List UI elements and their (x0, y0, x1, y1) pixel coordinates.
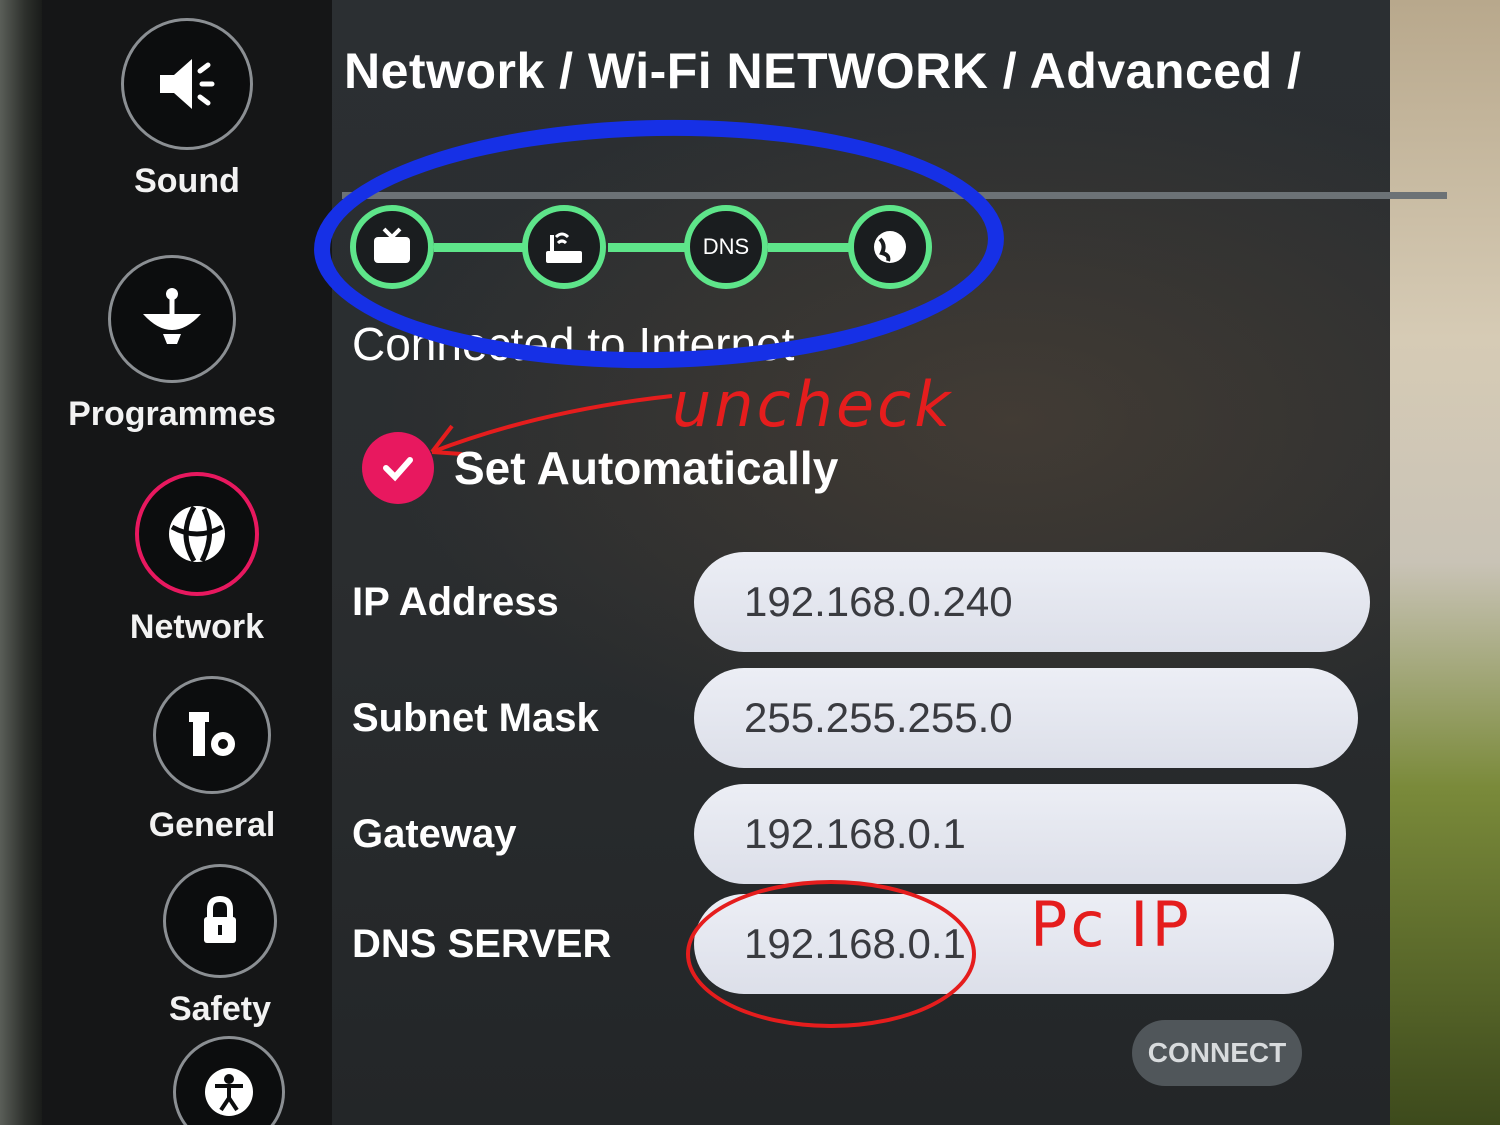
dns-server-field[interactable] (694, 894, 1334, 994)
sidebar-item-safety[interactable]: Safety (90, 864, 350, 1029)
breadcrumb: Network / Wi-Fi NETWORK / Advanced / (344, 43, 1302, 99)
connect-button[interactable]: CONNECT (1132, 1020, 1302, 1086)
status-link (434, 243, 524, 252)
router-icon (522, 205, 606, 289)
tv-icon (350, 205, 434, 289)
ip-address-row: IP Address (352, 552, 1372, 652)
network-settings-panel: Network / Wi-Fi NETWORK / Advanced / DNS… (311, 0, 1500, 1125)
gateway-label: Gateway (352, 812, 517, 856)
satellite-dish-icon (108, 255, 236, 383)
sidebar-item-accessibility[interactable] (99, 1036, 359, 1125)
dns-node: DNS (684, 205, 768, 289)
gateway-field[interactable] (694, 784, 1346, 884)
set-automatically-label: Set Automatically (454, 442, 839, 494)
sidebar-item-label: Safety (168, 990, 272, 1028)
ip-address-label: IP Address (352, 580, 559, 624)
set-automatically-checkbox[interactable] (362, 432, 434, 504)
sidebar-item-label: Programmes (68, 395, 276, 433)
accessibility-icon (173, 1036, 285, 1125)
status-link (768, 243, 850, 252)
sidebar-item-network[interactable]: Network (67, 472, 327, 647)
tv-screen: Sound Programmes Network General Safety … (0, 0, 1500, 1125)
sidebar-item-programmes[interactable]: Programmes (42, 255, 302, 434)
dns-server-label: DNS SERVER (352, 922, 612, 966)
set-automatically-row[interactable]: Set Automatically (362, 432, 838, 504)
sidebar-item-label: Sound (134, 162, 240, 200)
tv-bezel (0, 0, 42, 1125)
dns-server-row: DNS SERVER (352, 894, 1372, 994)
speaker-icon (121, 18, 253, 150)
globe-icon (135, 472, 259, 596)
settings-sidebar: Sound Programmes Network General Safety (42, 0, 332, 1125)
header-divider (342, 192, 1447, 199)
gateway-row: Gateway (352, 784, 1372, 884)
subnet-mask-row: Subnet Mask (352, 668, 1372, 768)
lock-icon (163, 864, 277, 978)
dns-label: DNS (702, 234, 750, 259)
sidebar-item-label: General (148, 806, 276, 844)
ip-address-field[interactable] (694, 552, 1370, 652)
subnet-mask-field[interactable] (694, 668, 1358, 768)
sidebar-item-general[interactable]: General (82, 676, 342, 845)
connection-status-text: Connected to Internet (352, 318, 795, 370)
status-link (608, 243, 688, 252)
checkmark-icon (383, 457, 413, 482)
wallpaper-background (1390, 0, 1500, 1125)
sidebar-item-label: Network (129, 608, 265, 646)
sidebar-item-sound[interactable]: Sound (57, 18, 317, 201)
tools-icon (153, 676, 271, 794)
globe-icon (848, 205, 932, 289)
connection-status: DNS Connected to Internet (350, 205, 932, 385)
subnet-mask-label: Subnet Mask (352, 696, 599, 740)
